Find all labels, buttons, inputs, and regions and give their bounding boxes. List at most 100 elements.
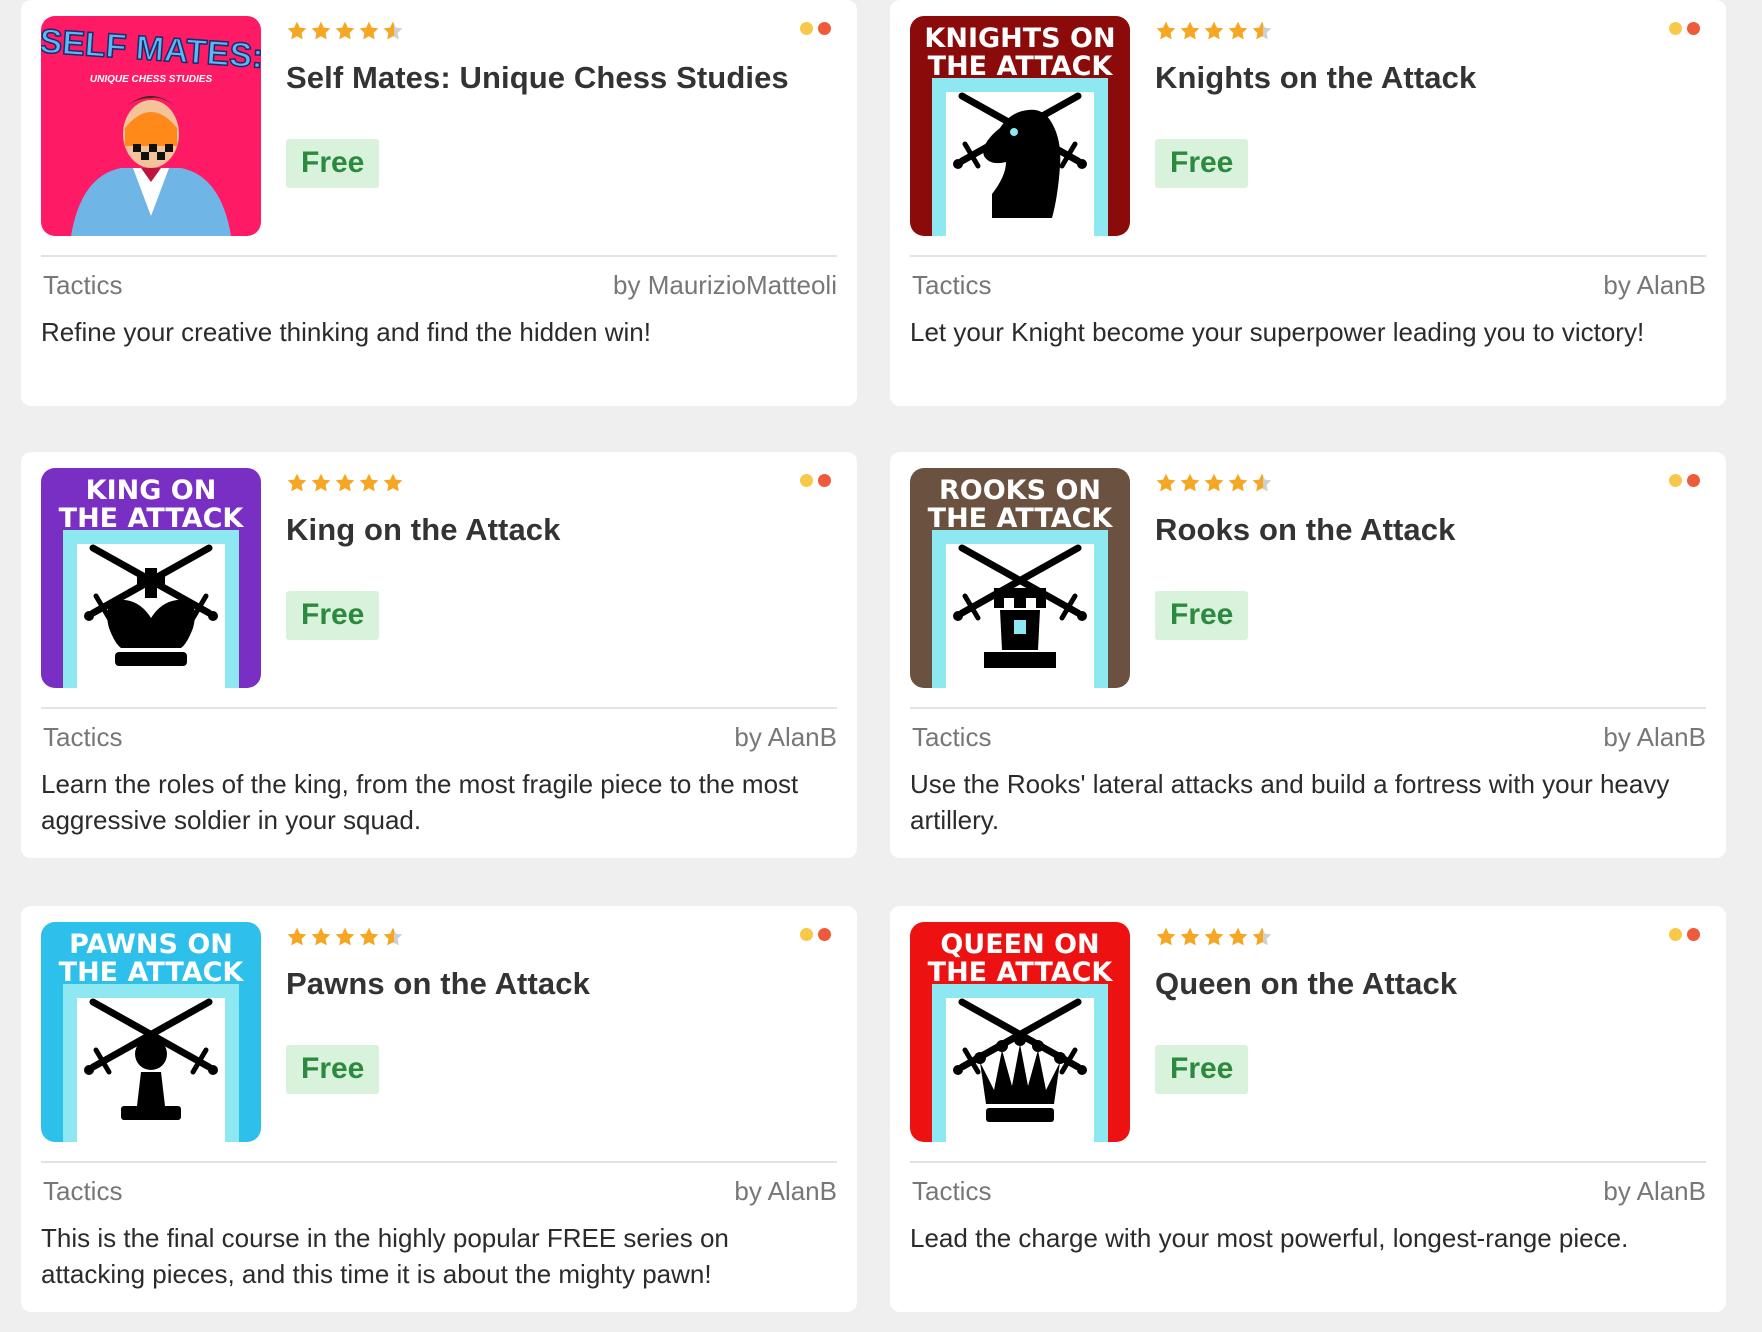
course-card[interactable]: PAWNS ON THE ATTACK Pawns on the Attack F…: [21, 906, 857, 1312]
course-cover[interactable]: KNIGHTS ON THE ATTACK: [910, 16, 1130, 236]
course-cover[interactable]: KING ON THE ATTACK: [41, 468, 261, 688]
course-description: Let your Knight become your superpower l…: [910, 317, 1645, 347]
card-divider: [910, 1161, 1706, 1163]
course-author[interactable]: by AlanB: [1603, 270, 1706, 301]
star-icon: [1252, 473, 1272, 492]
difficulty-dot: [800, 928, 813, 941]
course-category: Tactics: [43, 1176, 123, 1206]
card-divider: [41, 707, 837, 709]
course-cover[interactable]: QUEEN ON THE ATTACK: [910, 922, 1130, 1142]
svg-text:THE ATTACK: THE ATTACK: [59, 503, 245, 534]
course-category: Tactics: [43, 270, 123, 300]
course-title[interactable]: King on the Attack: [286, 512, 561, 548]
price-badge: Free: [286, 591, 380, 640]
course-card[interactable]: KNIGHTS ON THE ATTACK Knights on the Att…: [890, 0, 1726, 406]
svg-text:THE ATTACK: THE ATTACK: [928, 503, 1114, 534]
price-badge: Free: [286, 139, 380, 188]
svg-text:QUEEN ON: QUEEN ON: [940, 929, 1099, 960]
course-description: Refine your creative thinking and find t…: [41, 317, 651, 347]
difficulty-indicator: [1669, 22, 1700, 35]
star-icon: [383, 473, 403, 492]
svg-text:ROOKS ON: ROOKS ON: [939, 475, 1101, 506]
card-divider: [910, 707, 1706, 709]
course-cover-image: PAWNS ON THE ATTACK: [41, 922, 261, 1142]
difficulty-dot: [1669, 474, 1682, 487]
star-icon: [1156, 473, 1176, 492]
rating-stars: [286, 20, 404, 42]
course-cover[interactable]: SELF MATES: UNIQUE CHESS STUDIES: [41, 16, 261, 236]
star-icon: [1204, 21, 1224, 40]
star-icon: [383, 21, 403, 40]
difficulty-indicator: [1669, 474, 1700, 487]
course-author[interactable]: by AlanB: [1603, 1176, 1706, 1207]
star-icon: [1252, 927, 1272, 946]
course-cover-image: SELF MATES: UNIQUE CHESS STUDIES: [41, 16, 261, 236]
rating-stars: [286, 926, 404, 948]
course-author[interactable]: by AlanB: [1603, 722, 1706, 753]
price-badge: Free: [286, 1045, 380, 1094]
star-icon: [287, 473, 307, 492]
star-icon: [359, 927, 379, 946]
star-icon: [1156, 927, 1176, 946]
star-icon: [311, 473, 331, 492]
svg-text:KING ON: KING ON: [86, 475, 217, 506]
star-icon: [287, 927, 307, 946]
course-title[interactable]: Pawns on the Attack: [286, 966, 590, 1002]
difficulty-dot: [1687, 22, 1700, 35]
course-title[interactable]: Knights on the Attack: [1155, 60, 1476, 96]
difficulty-indicator: [800, 928, 831, 941]
course-category: Tactics: [912, 1176, 992, 1206]
star-icon: [1180, 21, 1200, 40]
price-badge: Free: [1155, 1045, 1249, 1094]
star-icon: [1252, 21, 1272, 40]
difficulty-dot: [1669, 928, 1682, 941]
course-cover-image: KNIGHTS ON THE ATTACK: [910, 16, 1130, 236]
star-icon: [1228, 473, 1248, 492]
star-icon: [1204, 927, 1224, 946]
star-icon: [1228, 21, 1248, 40]
course-title[interactable]: Rooks on the Attack: [1155, 512, 1455, 548]
star-icon: [1180, 473, 1200, 492]
star-icon: [383, 927, 403, 946]
card-divider: [41, 255, 837, 257]
difficulty-dot: [818, 22, 831, 35]
course-cover[interactable]: ROOKS ON THE ATTACK: [910, 468, 1130, 688]
course-title[interactable]: Queen on the Attack: [1155, 966, 1457, 1002]
course-author[interactable]: by MaurizioMatteoli: [613, 270, 837, 301]
star-icon: [1156, 21, 1176, 40]
star-icon: [1228, 927, 1248, 946]
course-category: Tactics: [912, 722, 992, 752]
svg-text:KNIGHTS ON: KNIGHTS ON: [924, 23, 1115, 54]
star-icon: [359, 21, 379, 40]
star-icon: [1204, 473, 1224, 492]
course-description: Use the Rooks' lateral attacks and build…: [910, 769, 1670, 835]
course-cover-image: ROOKS ON THE ATTACK: [910, 468, 1130, 688]
difficulty-dot: [800, 474, 813, 487]
course-grid: SELF MATES: UNIQUE CHESS STUDIES Self Ma…: [0, 0, 1762, 1332]
course-description: Lead the charge with your most powerful,…: [910, 1223, 1629, 1253]
star-icon: [287, 21, 307, 40]
rating-stars: [286, 472, 404, 494]
price-badge: Free: [1155, 591, 1249, 640]
rating-stars: [1155, 926, 1273, 948]
course-card[interactable]: KING ON THE ATTACK King on the Attack Fre…: [21, 452, 857, 858]
course-author[interactable]: by AlanB: [734, 722, 837, 753]
difficulty-dot: [818, 928, 831, 941]
course-cover[interactable]: PAWNS ON THE ATTACK: [41, 922, 261, 1142]
svg-text:UNIQUE CHESS STUDIES: UNIQUE CHESS STUDIES: [90, 74, 213, 85]
course-title[interactable]: Self Mates: Unique Chess Studies: [286, 60, 789, 96]
course-card[interactable]: ROOKS ON THE ATTACK Rooks on the Attack …: [890, 452, 1726, 858]
course-author[interactable]: by AlanB: [734, 1176, 837, 1207]
star-icon: [1180, 927, 1200, 946]
difficulty-dot: [1669, 22, 1682, 35]
course-category: Tactics: [43, 722, 123, 752]
price-badge: Free: [1155, 139, 1249, 188]
course-cover-image: KING ON THE ATTACK: [41, 468, 261, 688]
difficulty-indicator: [1669, 928, 1700, 941]
course-card[interactable]: SELF MATES: UNIQUE CHESS STUDIES Self Ma…: [21, 0, 857, 406]
svg-text:THE ATTACK: THE ATTACK: [928, 957, 1114, 988]
svg-text:THE ATTACK: THE ATTACK: [928, 51, 1114, 82]
course-card[interactable]: QUEEN ON THE ATTACK Queen on the Attack …: [890, 906, 1726, 1312]
svg-text:PAWNS ON: PAWNS ON: [69, 929, 233, 960]
rating-stars: [1155, 20, 1273, 42]
